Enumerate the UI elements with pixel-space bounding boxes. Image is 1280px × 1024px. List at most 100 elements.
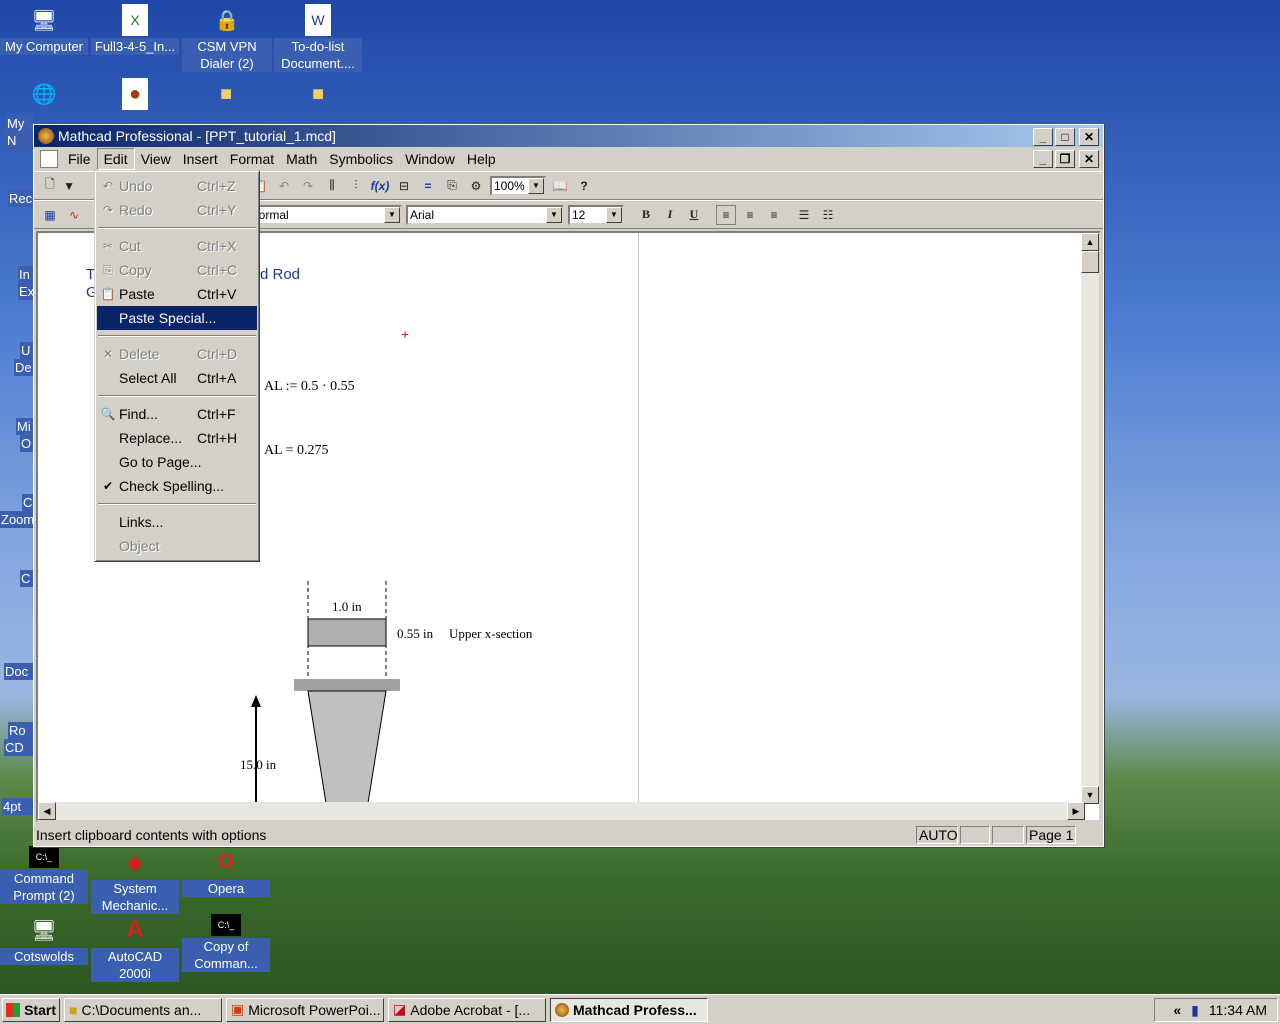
menu-item-go-to-page[interactable]: Go to Page... bbox=[97, 450, 257, 474]
status-bar: Insert clipboard contents with options A… bbox=[34, 824, 1103, 846]
insert-unit-icon[interactable]: ⊟ bbox=[394, 176, 414, 196]
dropdown-arrow-icon[interactable]: ▼ bbox=[63, 176, 75, 196]
menu-item-redo: ↷ Redo Ctrl+Y bbox=[97, 198, 257, 222]
scroll-thumb[interactable] bbox=[1081, 251, 1099, 273]
taskbar: Start ■ C:\Documents an... ▣ Microsoft Pow… bbox=[0, 994, 1280, 1024]
desktop-icon-todo[interactable]: W To-do-list Document.... bbox=[274, 4, 362, 72]
menu-insert[interactable]: Insert bbox=[177, 149, 224, 169]
taskbar-item-explorer[interactable]: ■ C:\Documents an... bbox=[64, 997, 222, 1022]
zoom-select[interactable]: 100% ▼ bbox=[490, 175, 546, 196]
menu-item-replace[interactable]: Replace... Ctrl+H bbox=[97, 426, 257, 450]
desktop-icon-autocad[interactable]: A AutoCAD 2000i bbox=[91, 914, 179, 982]
clock[interactable]: 11:34 AM bbox=[1209, 1002, 1267, 1018]
desktop-icon-system-mechanic[interactable]: ◆ System Mechanic... bbox=[91, 846, 179, 914]
align-across-icon[interactable]: ⫼ bbox=[322, 176, 342, 196]
menu-item-select-all[interactable]: Select All Ctrl+A bbox=[97, 366, 257, 390]
bullets-icon[interactable]: ☰ bbox=[794, 205, 814, 225]
menu-help[interactable]: Help bbox=[461, 149, 502, 169]
minimize-button[interactable]: _ bbox=[1033, 128, 1053, 146]
status-page: Page 1 bbox=[1026, 826, 1076, 844]
menu-item-paste-special[interactable]: Paste Special... bbox=[97, 306, 257, 330]
menu-symbolics[interactable]: Symbolics bbox=[323, 149, 399, 169]
insert-function-icon[interactable]: f(x) bbox=[370, 176, 390, 196]
scroll-up-button[interactable]: ▲ bbox=[1081, 233, 1099, 251]
desktop-icon-my-computer[interactable]: 🖥 My Computer bbox=[0, 4, 88, 55]
equation-definition[interactable]: AL := 0.5 · 0.55 bbox=[264, 379, 355, 395]
tray-expand-button[interactable]: « bbox=[1173, 1002, 1181, 1018]
resource-center-icon[interactable]: 📖 bbox=[550, 176, 570, 196]
menu-math[interactable]: Math bbox=[280, 149, 323, 169]
menu-edit[interactable]: Edit bbox=[96, 148, 135, 170]
insert-hyperlink-icon[interactable]: ⎘ bbox=[442, 176, 462, 196]
desktop-icon-opera[interactable]: O Opera bbox=[182, 846, 270, 897]
menu-item-label: Delete bbox=[119, 346, 160, 362]
italic-button[interactable]: I bbox=[660, 205, 680, 225]
menu-item-shortcut: Ctrl+F bbox=[197, 406, 236, 422]
desktop-icon-command-prompt[interactable]: C:\_ Command Prompt (2) bbox=[0, 846, 88, 904]
doc-menu-icon[interactable] bbox=[40, 150, 58, 168]
align-down-icon[interactable]: ⫶ bbox=[346, 176, 366, 196]
redo-icon[interactable]: ↷ bbox=[298, 176, 318, 196]
start-button[interactable]: Start bbox=[2, 997, 60, 1022]
desktop-icon-cotswolds[interactable]: 🖥 Cotswolds bbox=[0, 914, 88, 965]
menu-format[interactable]: Format bbox=[224, 149, 280, 169]
desktop-icon-file[interactable]: ● bbox=[91, 78, 179, 112]
menu-item-shortcut: Ctrl+A bbox=[197, 370, 237, 386]
menu-window[interactable]: Window bbox=[399, 149, 461, 169]
dim-width-label: 1.0 in bbox=[332, 599, 362, 614]
desktop-icon-vpn[interactable]: 🔒 CSM VPN Dialer (2) bbox=[182, 4, 272, 72]
partial-label: Rec bbox=[8, 190, 34, 207]
calculate-icon[interactable]: = bbox=[418, 176, 438, 196]
scroll-left-button[interactable]: ◀ bbox=[38, 802, 56, 820]
doc-close-button[interactable]: ✕ bbox=[1079, 150, 1099, 168]
rod-diagram[interactable] bbox=[228, 573, 588, 813]
menu-item-check-spelling[interactable]: ✔ Check Spelling... bbox=[97, 474, 257, 498]
scroll-right-button[interactable]: ▶ bbox=[1067, 802, 1085, 820]
menu-item-paste[interactable]: 📋 Paste Ctrl+V bbox=[97, 282, 257, 306]
network-tray-icon[interactable]: ▮ bbox=[1191, 1002, 1199, 1019]
copy-icon: ⎘ bbox=[103, 262, 113, 277]
title-bar[interactable]: Mathcad Professional - [PPT_tutorial_1.m… bbox=[34, 125, 1103, 147]
doc-restore-button[interactable]: ❐ bbox=[1055, 150, 1075, 168]
menu-view[interactable]: View bbox=[135, 149, 177, 169]
align-center-icon[interactable]: ≡ bbox=[740, 205, 760, 225]
desktop-icon-excel-file[interactable]: X Full3-4-5_In... bbox=[91, 4, 179, 55]
component-wizard-icon[interactable]: ⚙ bbox=[466, 176, 486, 196]
horizontal-scrollbar[interactable]: ◀ ▶ bbox=[38, 802, 1085, 820]
menu-item-links[interactable]: Links... bbox=[97, 510, 257, 534]
numbering-icon[interactable]: ☷ bbox=[818, 205, 838, 225]
align-right-icon[interactable]: ≡ bbox=[764, 205, 784, 225]
calculator-icon[interactable]: ▦ bbox=[40, 205, 60, 225]
help-icon[interactable]: ? bbox=[574, 176, 594, 196]
undo-icon[interactable]: ↶ bbox=[274, 176, 294, 196]
status-panel-empty-1 bbox=[960, 826, 990, 844]
font-select[interactable]: Arial ▼ bbox=[406, 204, 564, 225]
maximize-button[interactable]: □ bbox=[1055, 128, 1075, 146]
desktop-icon-folder-2[interactable]: ■ bbox=[274, 78, 362, 112]
new-icon[interactable]: 🗋 bbox=[40, 176, 60, 196]
graph-icon[interactable]: ∿ bbox=[64, 205, 84, 225]
desktop-icon-folder-1[interactable]: ■ bbox=[182, 78, 270, 112]
taskbar-item-acrobat[interactable]: ◪ Adobe Acrobat - [... bbox=[388, 997, 546, 1022]
font-size-select[interactable]: 12 ▼ bbox=[568, 204, 624, 225]
command-prompt-icon: C:\_ bbox=[29, 846, 59, 868]
equation-evaluation[interactable]: AL = 0.275 bbox=[264, 443, 329, 459]
taskbar-item-mathcad[interactable]: Mathcad Profess... bbox=[550, 997, 708, 1022]
taskbar-item-powerpoint[interactable]: ▣ Microsoft PowerPoi... bbox=[226, 997, 384, 1022]
doc-minimize-button[interactable]: _ bbox=[1033, 150, 1053, 168]
align-left-icon[interactable]: ≡ bbox=[716, 204, 736, 225]
menu-item-find[interactable]: 🔍 Find... Ctrl+F bbox=[97, 402, 257, 426]
menu-file[interactable]: File bbox=[62, 149, 97, 169]
network-icon: 🌐 bbox=[31, 83, 57, 106]
close-button[interactable]: ✕ bbox=[1079, 128, 1099, 146]
dim-thickness-label: 0.55 in bbox=[397, 626, 434, 641]
vertical-scrollbar[interactable]: ▲ ▼ bbox=[1081, 233, 1099, 804]
chevron-down-icon: ▼ bbox=[528, 177, 544, 194]
underline-button[interactable]: U bbox=[684, 205, 704, 225]
style-select[interactable]: Normal ▼ bbox=[246, 204, 402, 225]
desktop-icon-copy-command[interactable]: C:\_ Copy of Comman... bbox=[182, 914, 270, 972]
desktop-icon-network[interactable]: 🌐 bbox=[0, 78, 88, 112]
partial-label: De bbox=[14, 359, 34, 376]
bold-button[interactable]: B bbox=[636, 205, 656, 225]
acrobat-icon: ◪ bbox=[393, 1001, 407, 1017]
